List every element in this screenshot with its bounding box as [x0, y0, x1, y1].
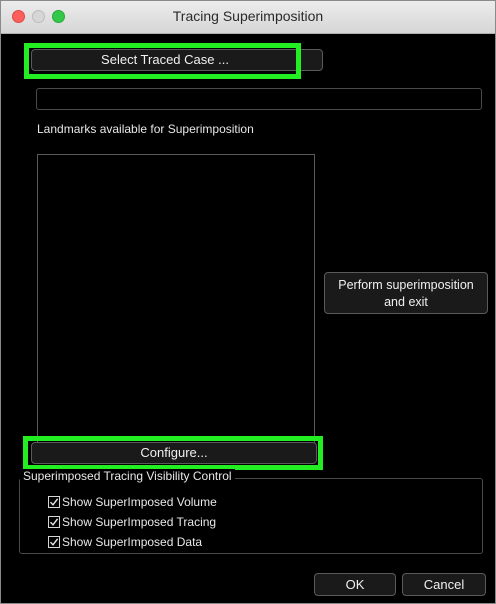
cancel-label: Cancel: [423, 577, 465, 592]
checkmark-icon: [49, 498, 59, 506]
selected-case-field[interactable]: [36, 88, 482, 110]
perform-button-line1: Perform superimposition: [338, 278, 474, 292]
show-volume-checkbox[interactable]: [48, 496, 60, 508]
show-volume-option[interactable]: Show SuperImposed Volume: [48, 494, 217, 510]
ok-label: OK: [345, 577, 365, 592]
dialog-content: Select Traced Case ... Landmarks availab…: [1, 34, 495, 603]
show-tracing-option[interactable]: Show SuperImposed Tracing: [48, 514, 216, 530]
show-tracing-label: Show SuperImposed Tracing: [62, 515, 217, 529]
landmarks-label: Landmarks available for Superimposition: [37, 122, 254, 136]
visibility-group-title: Superimposed Tracing Visibility Control: [20, 469, 235, 483]
select-traced-case-highlight: [24, 43, 301, 79]
checkmark-icon: [49, 538, 59, 546]
show-tracing-checkbox[interactable]: [48, 516, 60, 528]
show-volume-label: Show SuperImposed Volume: [62, 495, 217, 509]
window-title: Tracing Superimposition: [172, 8, 324, 24]
perform-superimposition-button[interactable]: Perform superimposition and exit: [324, 272, 488, 314]
perform-button-line2: and exit: [384, 295, 428, 309]
cancel-button[interactable]: Cancel: [402, 573, 486, 596]
checkmark-icon: [49, 518, 59, 526]
title-bar: Tracing Superimposition: [1, 1, 495, 34]
tracing-superimposition-dialog: Tracing Superimposition Select Traced Ca…: [0, 0, 496, 604]
show-data-option[interactable]: Show SuperImposed Data: [48, 534, 202, 550]
landmarks-list[interactable]: [37, 154, 315, 444]
ok-button[interactable]: OK: [314, 573, 396, 596]
show-data-checkbox[interactable]: [48, 536, 60, 548]
configure-highlight: [23, 436, 323, 470]
show-data-label: Show SuperImposed Data: [62, 535, 203, 549]
